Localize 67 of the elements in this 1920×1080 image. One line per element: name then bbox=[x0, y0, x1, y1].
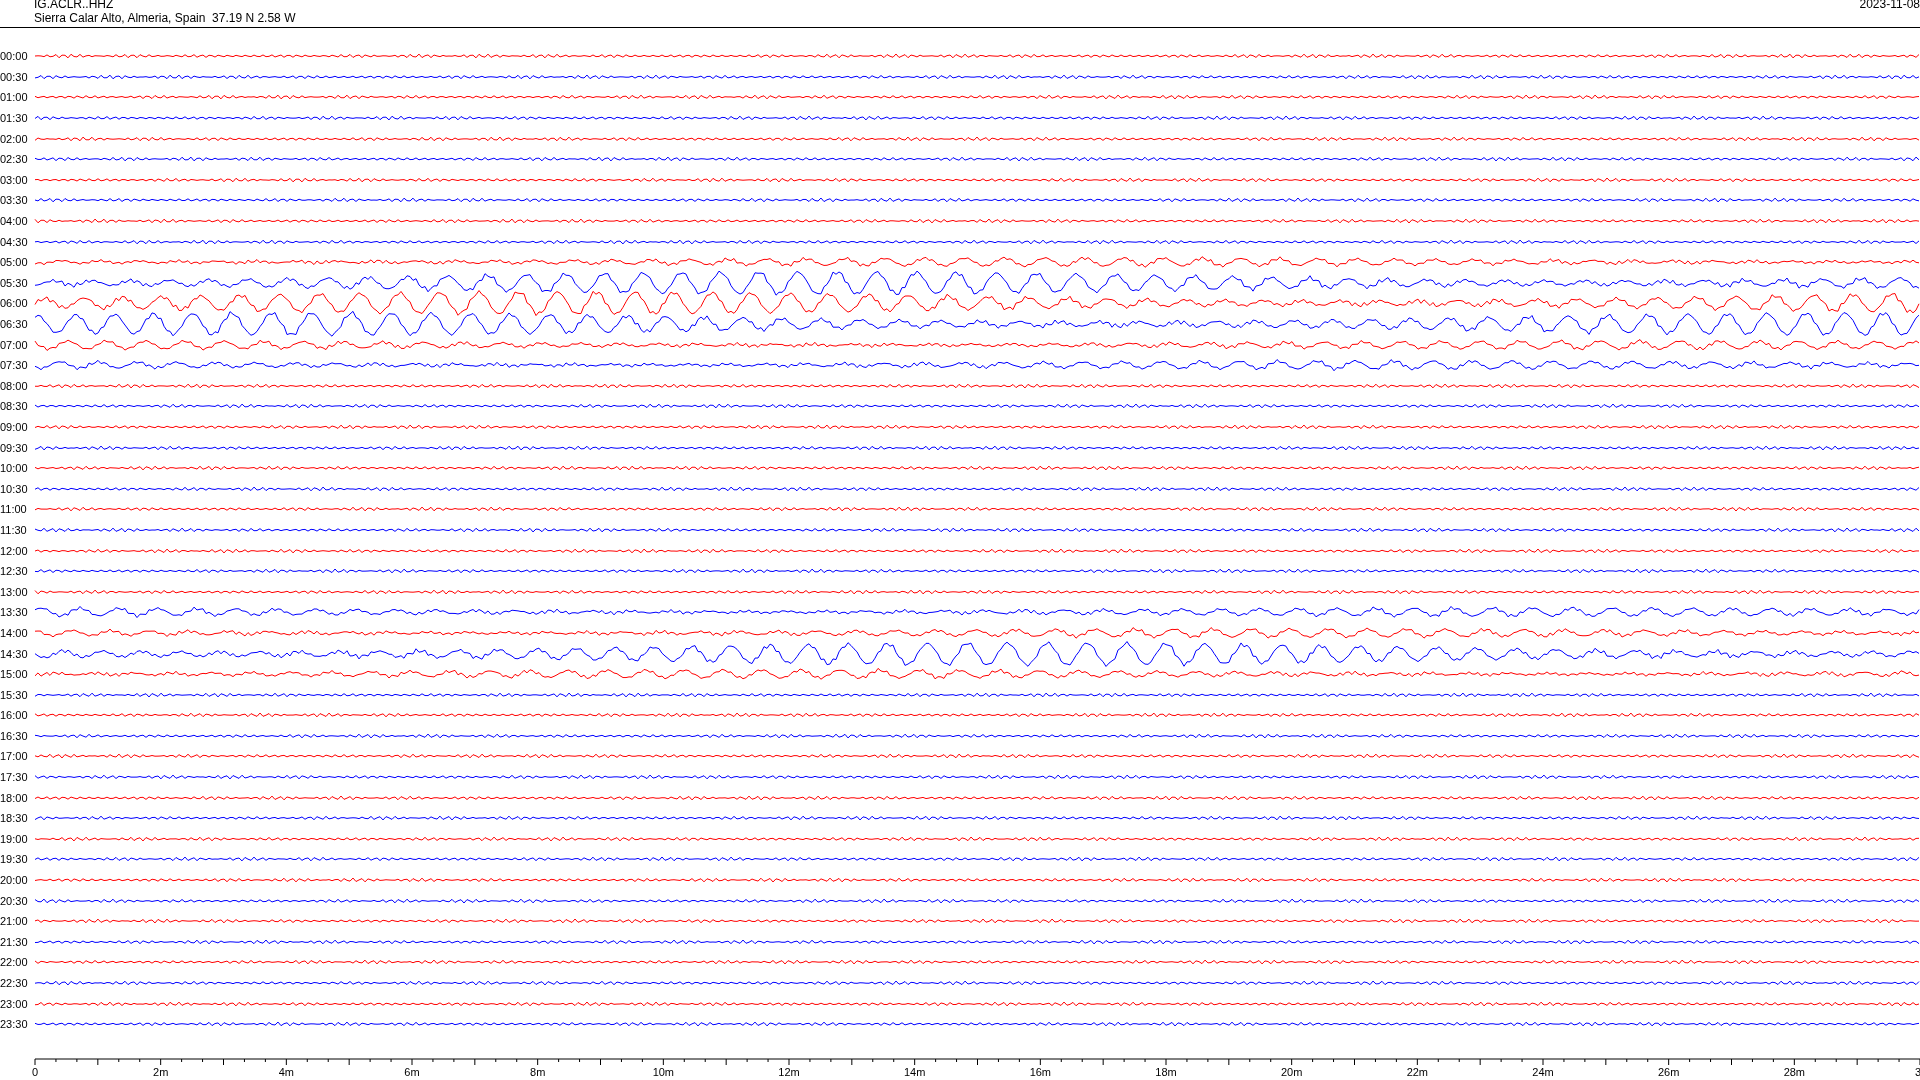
trace-time-label: 14:30 bbox=[0, 647, 29, 660]
trace-time-label: 10:30 bbox=[0, 482, 29, 495]
trace-time-label: 22:00 bbox=[0, 956, 29, 969]
trace-time-label: 08:00 bbox=[0, 379, 29, 392]
trace-time-label: 07:00 bbox=[0, 338, 29, 351]
trace-time-label: 02:30 bbox=[0, 153, 29, 166]
trace-time-label: 10:00 bbox=[0, 462, 29, 475]
trace-time-label: 16:30 bbox=[0, 729, 29, 742]
trace-time-label: 23:00 bbox=[0, 997, 29, 1010]
axis-tick-label: 10m bbox=[652, 1066, 675, 1078]
axis-tick-label: 12m bbox=[778, 1066, 800, 1078]
trace-time-label: 23:30 bbox=[0, 1018, 29, 1031]
trace-time-label: 07:30 bbox=[0, 359, 29, 372]
trace-time-label: 14:00 bbox=[0, 626, 29, 639]
trace-time-label: 19:00 bbox=[0, 832, 29, 845]
trace-time-label: 17:30 bbox=[0, 771, 29, 784]
trace-time-label: 22:30 bbox=[0, 977, 29, 989]
trace-time-label: 04:00 bbox=[0, 215, 29, 228]
axis-tick-label: 16m bbox=[1029, 1066, 1052, 1078]
axis-tick-label: 8m bbox=[530, 1066, 546, 1078]
trace-time-label: 03:30 bbox=[0, 194, 29, 207]
trace-time-label: 03:00 bbox=[0, 173, 29, 186]
axis-tick-label: 4m bbox=[278, 1066, 294, 1078]
trace-time-label: 21:30 bbox=[0, 935, 29, 948]
trace-time-label: 01:30 bbox=[0, 112, 29, 125]
axis-tick-label: 26m bbox=[1657, 1066, 1680, 1078]
trace-time-label: 02:00 bbox=[0, 132, 29, 145]
trace-time-label: 06:30 bbox=[0, 318, 29, 330]
axis-tick-label: 22m bbox=[1406, 1066, 1429, 1078]
trace-time-label: 08:30 bbox=[0, 400, 29, 413]
station-location: Sierra Calar Alto, Almeria, Spain 37.19 N 2.58 W bbox=[34, 11, 296, 25]
trace-time-label: 20:00 bbox=[0, 874, 29, 887]
axis-tick-label: 24m bbox=[1532, 1066, 1554, 1078]
trace-time-label: 18:30 bbox=[0, 812, 29, 825]
date-label: 2023-11-08 bbox=[1859, 0, 1920, 11]
trace-time-label: 13:00 bbox=[0, 585, 29, 598]
trace-time-label: 15:30 bbox=[0, 688, 29, 701]
trace-time-label: 18:00 bbox=[0, 791, 29, 804]
trace-time-label: 05:30 bbox=[0, 276, 29, 289]
axis-tick-label: 0 bbox=[31, 1066, 39, 1078]
axis-tick-label: 14m bbox=[903, 1066, 926, 1078]
axis-tick-label: 3 bbox=[1915, 1066, 1920, 1078]
axis-tick-label: 18m bbox=[1155, 1066, 1177, 1078]
trace-time-label: 09:30 bbox=[0, 441, 29, 454]
trace-time-label: 09:00 bbox=[0, 421, 29, 433]
trace-time-label: 20:30 bbox=[0, 894, 29, 907]
trace-time-label: 19:30 bbox=[0, 853, 29, 866]
trace-time-label: 11:00 bbox=[0, 503, 28, 516]
trace-time-label: 16:00 bbox=[0, 709, 29, 722]
trace-time-label: 15:00 bbox=[0, 668, 29, 681]
axis-tick-label: 6m bbox=[404, 1066, 420, 1078]
trace-time-label: 21:00 bbox=[0, 915, 29, 928]
axis-tick-label: 2m bbox=[153, 1066, 169, 1078]
trace-time-label: 00:30 bbox=[0, 70, 29, 83]
trace-time-label: 01:00 bbox=[0, 91, 29, 104]
trace-time-label: 12:00 bbox=[0, 544, 29, 557]
trace-time-label: 11:30 bbox=[0, 523, 28, 536]
trace-time-label: 04:30 bbox=[0, 235, 29, 248]
trace-time-label: 13:30 bbox=[0, 606, 29, 619]
trace-time-label: 12:30 bbox=[0, 565, 29, 578]
axis-tick-label: 20m bbox=[1280, 1066, 1303, 1078]
axis-tick-label: 28m bbox=[1783, 1066, 1806, 1078]
trace-time-label: 17:00 bbox=[0, 750, 29, 763]
trace-time-label: 05:00 bbox=[0, 256, 29, 269]
station-code: IG.ACLR..HHZ bbox=[34, 0, 114, 11]
trace-time-label: 06:00 bbox=[0, 297, 29, 310]
trace-time-label: 00:00 bbox=[0, 50, 29, 63]
